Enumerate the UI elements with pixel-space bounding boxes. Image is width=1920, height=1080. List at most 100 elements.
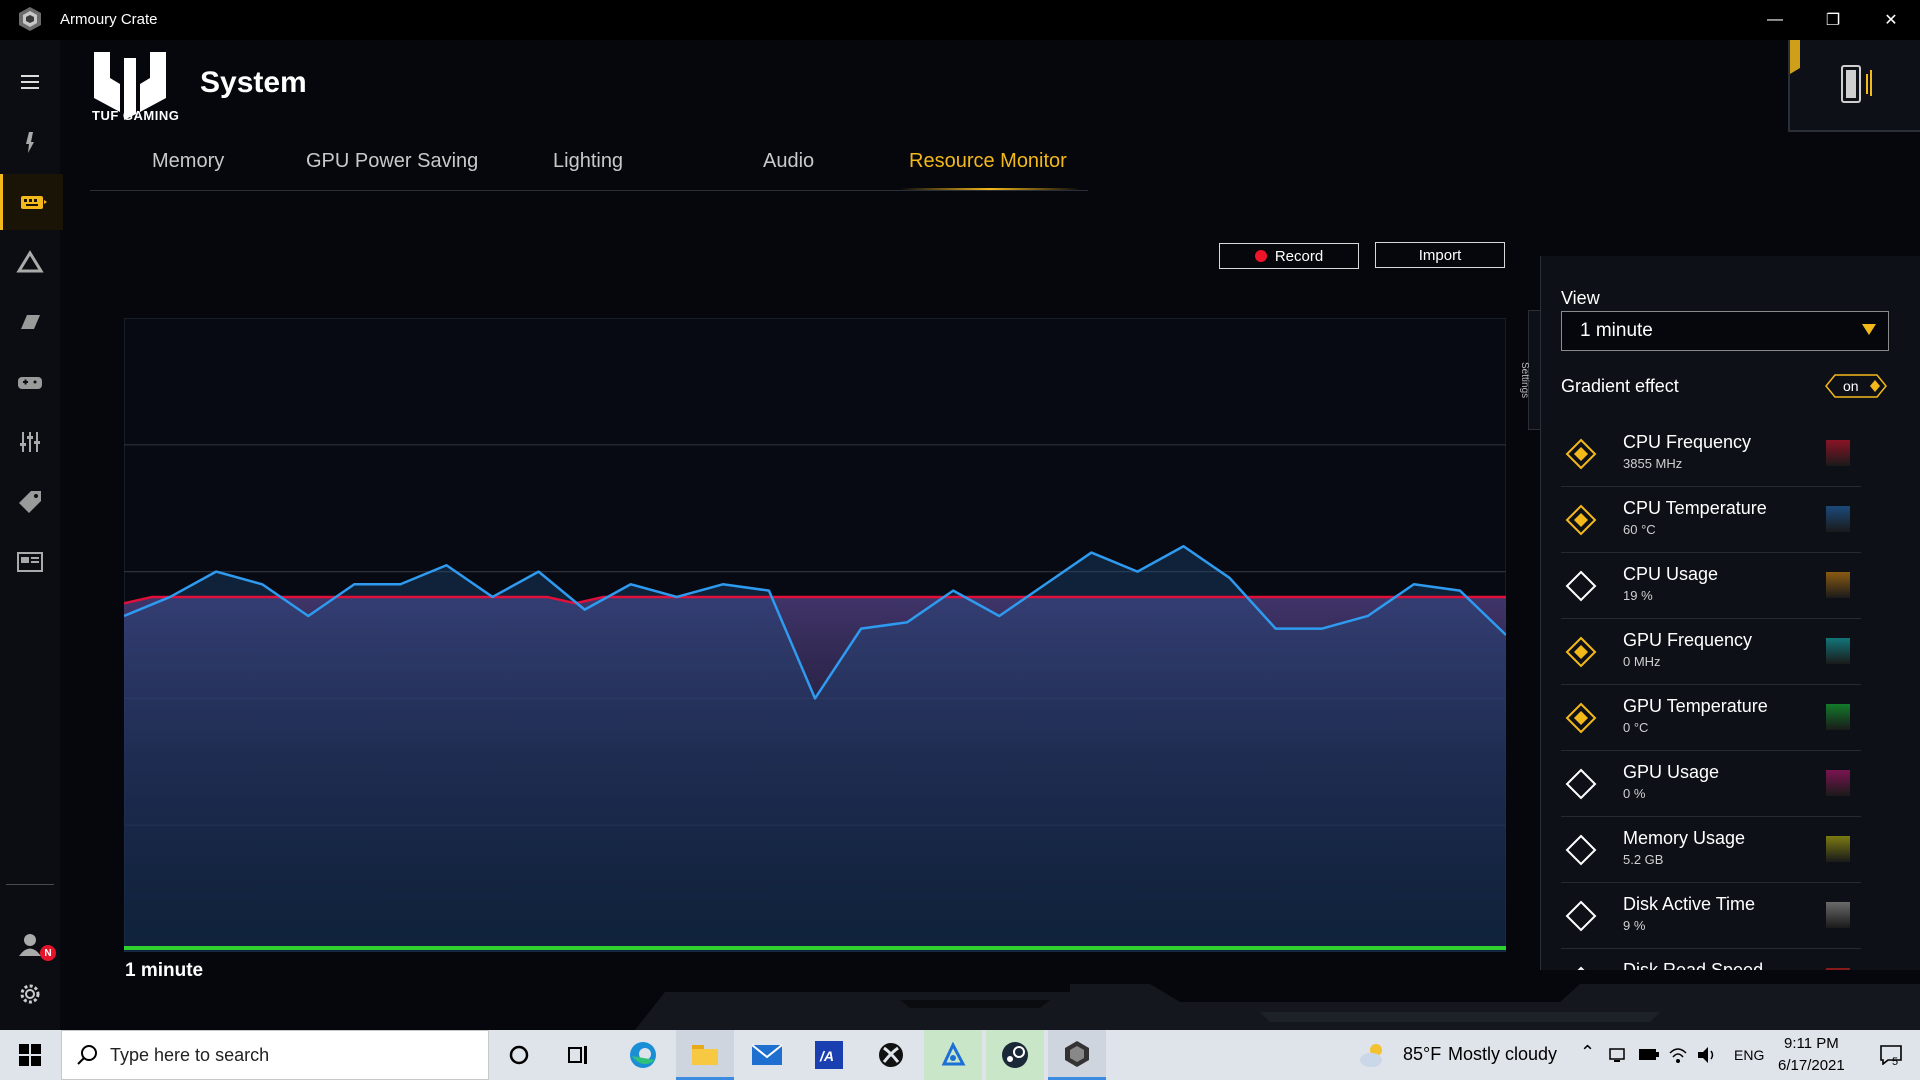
toggle-knob-icon bbox=[1870, 380, 1880, 392]
taskbar-search[interactable]: Type here to search bbox=[61, 1030, 489, 1080]
language-indicator[interactable]: ENG bbox=[1734, 1047, 1764, 1063]
rail-item-device[interactable] bbox=[0, 174, 63, 230]
clock-date[interactable]: 6/17/2021 bbox=[1778, 1057, 1845, 1074]
metric-color-swatch[interactable] bbox=[1826, 770, 1850, 796]
task-view-button[interactable] bbox=[550, 1030, 608, 1080]
action-center-button[interactable]: 5 bbox=[1862, 1030, 1920, 1080]
metric-row[interactable]: CPU Usage 19 % bbox=[1561, 554, 1861, 619]
metric-color-swatch[interactable] bbox=[1826, 440, 1850, 466]
edge-icon bbox=[630, 1042, 656, 1068]
tray-device-icon[interactable] bbox=[1608, 1046, 1626, 1064]
weather-cloudy-icon bbox=[1360, 1044, 1382, 1067]
metric-color-swatch[interactable] bbox=[1826, 572, 1850, 598]
import-button[interactable]: Import bbox=[1375, 242, 1505, 268]
keyboard-icon bbox=[21, 196, 47, 209]
rail-item-scenario[interactable] bbox=[0, 294, 60, 350]
steam-icon bbox=[1002, 1042, 1028, 1068]
tab-memory[interactable]: Memory bbox=[152, 150, 224, 173]
rail-item-user[interactable] bbox=[0, 916, 60, 972]
volume-icon[interactable] bbox=[1696, 1045, 1718, 1065]
selected-diamond-icon[interactable] bbox=[1565, 636, 1597, 668]
battery-icon[interactable] bbox=[1638, 1047, 1660, 1063]
chart-time-label: 1 minute bbox=[125, 960, 204, 981]
rail-item-gamevisual[interactable] bbox=[0, 354, 60, 410]
metric-color-swatch[interactable] bbox=[1826, 704, 1850, 730]
active-tab-indicator bbox=[900, 188, 1080, 190]
metric-color-swatch[interactable] bbox=[1826, 506, 1850, 532]
metric-value: 0 °C bbox=[1623, 720, 1649, 735]
mail-button[interactable] bbox=[738, 1030, 796, 1080]
metric-row[interactable]: Disk Active Time 9 % bbox=[1561, 884, 1861, 949]
metric-value: 9 % bbox=[1623, 918, 1646, 933]
metric-row[interactable]: GPU Frequency 0 MHz bbox=[1561, 620, 1861, 685]
metric-color-swatch[interactable] bbox=[1826, 638, 1850, 664]
rail-item-aura[interactable] bbox=[0, 234, 60, 290]
page-title: System bbox=[200, 66, 307, 99]
edge-button[interactable] bbox=[614, 1030, 672, 1080]
settings-tab-label: Settings bbox=[1519, 362, 1530, 399]
tab-audio[interactable]: Audio bbox=[763, 150, 814, 173]
cortana-icon bbox=[509, 1045, 529, 1065]
tray-chevron-icon[interactable]: ⌃ bbox=[1580, 1042, 1595, 1063]
metric-row[interactable]: CPU Frequency 3855 MHz bbox=[1561, 422, 1861, 487]
metric-row[interactable]: Disk Read Speed bbox=[1561, 950, 1861, 970]
device-widget[interactable] bbox=[1788, 40, 1920, 132]
selected-diamond-icon[interactable] bbox=[1565, 438, 1597, 470]
diamond-icon[interactable] bbox=[1565, 834, 1597, 866]
start-button[interactable] bbox=[0, 1030, 60, 1080]
metric-color-swatch[interactable] bbox=[1826, 968, 1850, 970]
myasus-button[interactable]: /A bbox=[800, 1030, 858, 1080]
minimize-button[interactable]: — bbox=[1746, 0, 1804, 40]
metric-value: 19 % bbox=[1623, 588, 1653, 603]
folder-icon bbox=[692, 1044, 718, 1065]
metric-row[interactable]: GPU Usage 0 % bbox=[1561, 752, 1861, 817]
metric-row[interactable]: CPU Temperature 60 °C bbox=[1561, 488, 1861, 553]
svg-text:/A: /A bbox=[819, 1048, 834, 1064]
close-button[interactable]: ✕ bbox=[1862, 0, 1920, 40]
app-button-blue[interactable] bbox=[924, 1030, 982, 1080]
armoury-crate-taskbar-button[interactable] bbox=[1048, 1030, 1106, 1080]
dropdown-arrow-icon bbox=[1862, 324, 1876, 335]
menu-button[interactable] bbox=[0, 54, 60, 110]
rail-item-home[interactable] bbox=[0, 114, 60, 170]
rail-item-news[interactable] bbox=[0, 534, 60, 590]
metric-name: CPU Temperature bbox=[1623, 498, 1767, 518]
title-bar: Armoury Crate — ❐ ✕ bbox=[0, 0, 1920, 40]
home-icon bbox=[26, 132, 34, 153]
metric-row[interactable]: Memory Usage 5.2 GB bbox=[1561, 818, 1861, 883]
rail-item-settings-sliders[interactable] bbox=[0, 414, 60, 470]
metric-name: Memory Usage bbox=[1623, 828, 1746, 848]
diamond-icon[interactable] bbox=[1565, 768, 1597, 800]
tab-resource-monitor[interactable]: Resource Monitor bbox=[909, 150, 1067, 173]
notification-count: 5 bbox=[1892, 1056, 1899, 1068]
diamond-icon[interactable] bbox=[1565, 900, 1597, 932]
metric-color-swatch[interactable] bbox=[1826, 902, 1850, 928]
selected-diamond-icon[interactable] bbox=[1565, 702, 1597, 734]
xbox-button[interactable] bbox=[862, 1030, 920, 1080]
metric-name: CPU Usage bbox=[1623, 564, 1719, 584]
rail-item-settings[interactable] bbox=[0, 966, 60, 1022]
metric-color-swatch[interactable] bbox=[1826, 836, 1850, 862]
file-explorer-button[interactable] bbox=[676, 1030, 734, 1080]
cortana-button[interactable] bbox=[490, 1030, 548, 1080]
diamond-icon[interactable] bbox=[1565, 570, 1597, 602]
selected-diamond-icon[interactable] bbox=[1565, 504, 1597, 536]
tab-lighting[interactable]: Lighting bbox=[553, 150, 623, 173]
metric-name: Disk Read Speed bbox=[1623, 960, 1764, 970]
tab-gpu-power-saving[interactable]: GPU Power Saving bbox=[306, 150, 478, 173]
metric-value: 60 °C bbox=[1623, 522, 1656, 537]
record-button[interactable]: Record bbox=[1219, 243, 1359, 269]
xbox-icon bbox=[879, 1043, 903, 1067]
metric-row[interactable]: GPU Temperature 0 °C bbox=[1561, 686, 1861, 751]
diamond-icon[interactable] bbox=[1565, 966, 1597, 970]
steam-button[interactable] bbox=[986, 1030, 1044, 1080]
rail-item-deals[interactable] bbox=[0, 474, 60, 530]
view-dropdown[interactable]: 1 minute bbox=[1561, 311, 1889, 351]
clock-time[interactable]: 9:11 PM bbox=[1784, 1035, 1839, 1052]
search-placeholder: Type here to search bbox=[110, 1045, 270, 1065]
restore-button[interactable]: ❐ bbox=[1804, 0, 1862, 40]
weather-description[interactable]: Mostly cloudy bbox=[1448, 1044, 1557, 1065]
wifi-icon[interactable] bbox=[1668, 1045, 1688, 1065]
metric-value: 5.2 GB bbox=[1623, 852, 1664, 867]
weather-temp[interactable]: 85°F bbox=[1403, 1044, 1441, 1065]
